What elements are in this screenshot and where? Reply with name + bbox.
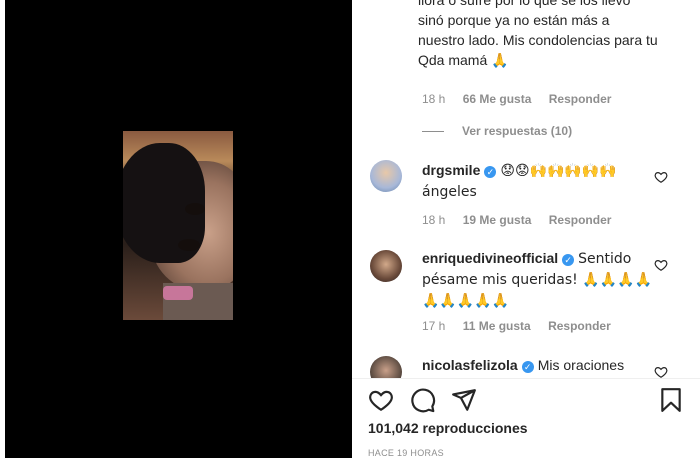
comment-meta: 17 h 11 Me gusta Responder [422, 319, 625, 333]
caption-likes[interactable]: 66 Me gusta [463, 92, 532, 106]
comment-like-heart-icon[interactable] [654, 258, 668, 272]
avatar[interactable] [370, 160, 402, 192]
comment-time[interactable]: 18 h [422, 213, 445, 227]
comment-username[interactable]: drgsmile [422, 162, 480, 178]
caption-meta: 18 h 66 Me gusta Responder [422, 92, 625, 106]
avatar[interactable] [370, 356, 402, 378]
comment-meta: 18 h 19 Me gusta Responder [422, 213, 625, 227]
caption-time[interactable]: 18 h [422, 92, 445, 106]
person-eye [185, 203, 205, 215]
view-replies-button[interactable]: Ver respuestas (10) [422, 124, 572, 138]
verified-badge-icon: ✓ [521, 361, 534, 373]
person-eye [178, 239, 200, 251]
comment-like-heart-icon[interactable] [654, 365, 668, 378]
bookmark-icon[interactable] [658, 387, 684, 413]
comment-username[interactable]: enriquedivineofficial [422, 250, 558, 266]
post-actions-bar: 101,042 reproducciones HACE 19 HORAS [352, 378, 700, 458]
comment-time[interactable]: 17 h [422, 319, 445, 333]
verified-badge-icon: ✓ [562, 254, 575, 266]
paper-plane-icon[interactable] [451, 387, 477, 413]
comment-likes[interactable]: 19 Me gusta [463, 213, 532, 227]
comment-reply-button[interactable]: Responder [549, 213, 612, 227]
heart-icon[interactable] [368, 387, 394, 413]
comment-likes[interactable]: 11 Me gusta [463, 319, 531, 333]
replies-divider [422, 131, 444, 133]
view-replies-label: Ver respuestas (10) [462, 124, 573, 138]
comments-list[interactable]: llora o sufre por lo que se los llevó si… [352, 0, 700, 378]
comment-username[interactable]: nicolasfelizola [422, 357, 518, 373]
video-player[interactable] [5, 0, 352, 458]
comment-drgsmile: drgsmile ✓ 😟😟🙌🙌🙌🙌🙌 ángeles [422, 160, 652, 202]
avatar[interactable] [370, 250, 402, 282]
post-viewer: llora o sufre por lo que se los llevó si… [0, 0, 700, 458]
video-frame[interactable] [123, 131, 233, 320]
comment-reply-button[interactable]: Responder [548, 319, 611, 333]
posted-time[interactable]: HACE 19 HORAS [368, 448, 444, 458]
caption-text: llora o sufre por lo que se los llevó si… [418, 0, 658, 68]
verified-badge-icon: ✓ [484, 166, 497, 178]
pink-object [163, 286, 193, 300]
comment-enriquedivineofficial: enriquedivineofficial ✓ Sentido pésame mis… [422, 248, 652, 311]
comment-like-heart-icon[interactable] [654, 170, 668, 184]
caption-reply-button[interactable]: Responder [549, 92, 612, 106]
view-count[interactable]: 101,042 reproducciones [368, 420, 528, 436]
comments-panel: llora o sufre por lo que se los llevó si… [352, 0, 700, 458]
comment-text: Mis oraciones [537, 357, 625, 373]
comment-nicolasfelizola: nicolasfelizola ✓ Mis oraciones [422, 355, 652, 375]
comment-icon[interactable] [410, 387, 436, 413]
